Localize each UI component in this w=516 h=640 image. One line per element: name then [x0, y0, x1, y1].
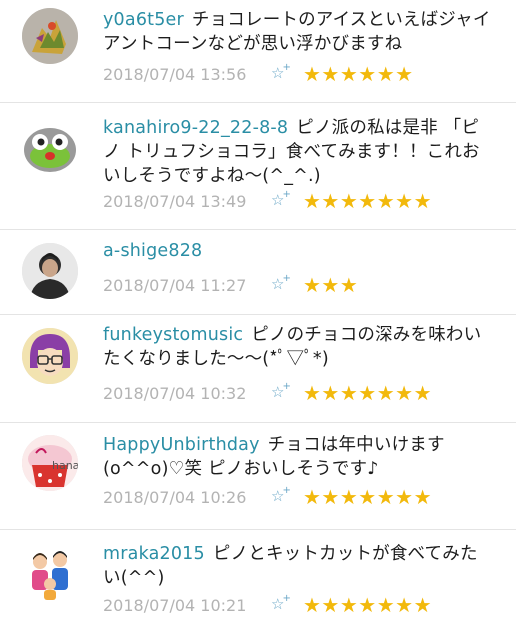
avatar-caption: hana	[52, 459, 78, 472]
dragon-figure-avatar[interactable]	[22, 8, 78, 64]
timestamp: 2018/07/04 10:26	[103, 487, 247, 507]
person-photo-avatar[interactable]	[22, 243, 78, 299]
star-rating[interactable]: ★★★	[303, 273, 358, 297]
green-robot-avatar[interactable]	[22, 120, 78, 176]
username-link[interactable]: mraka2015	[103, 544, 205, 564]
glasses-face-avatar[interactable]	[22, 328, 78, 384]
timestamp: 2018/07/04 13:49	[103, 191, 247, 211]
username-link[interactable]: y0a6t5er	[103, 10, 184, 30]
timestamp: 2018/07/04 11:27	[103, 275, 247, 295]
comment-item: mraka2015 ピノとキットカットが食べてみたい(^^) 2018/07/04…	[0, 530, 516, 640]
cupcake-hana-avatar[interactable]: hana	[22, 435, 78, 491]
plus-icon: +	[282, 189, 291, 200]
plus-icon: +	[282, 273, 291, 284]
username-link[interactable]: kanahiro9-22_22-8-8	[103, 118, 288, 138]
comment-text: HappyUnbirthday チョコは年中いけます(o^^o)♡笑 ピノおいしそ…	[103, 433, 492, 481]
star-rating[interactable]: ★★★★★★★	[303, 381, 432, 405]
comment-text: funkeystomusic ピノのチョコの深みを味わいたくなりました～～(*ﾟ▽…	[103, 323, 492, 371]
add-star-button[interactable]: ☆+	[271, 62, 295, 82]
plus-icon: +	[282, 485, 291, 496]
add-star-button[interactable]: ☆+	[271, 381, 295, 401]
username-link[interactable]: funkeystomusic	[103, 325, 243, 345]
add-star-button[interactable]: ☆+	[271, 273, 295, 293]
plus-icon: +	[282, 593, 291, 604]
comment-text: kanahiro9-22_22-8-8 ピノ派の私は是非 「ピノ トリュフショコラ…	[103, 116, 492, 188]
comment-meta: 2018/07/04 13:49 ☆+ ★★★★★★★	[103, 189, 432, 213]
timestamp: 2018/07/04 10:21	[103, 595, 247, 615]
comment-item: a-shige828 2018/07/04 11:27 ☆+ ★★★	[0, 230, 516, 315]
timestamp: 2018/07/04 13:56	[103, 64, 247, 84]
star-rating[interactable]: ★★★★★★★	[303, 593, 432, 617]
comment-text: a-shige828	[103, 239, 492, 263]
add-star-button[interactable]: ☆+	[271, 593, 295, 613]
plus-icon: +	[282, 381, 291, 392]
comment-meta: 2018/07/04 11:27 ☆+ ★★★	[103, 273, 358, 297]
star-rating[interactable]: ★★★★★★★	[303, 189, 432, 213]
comment-meta: 2018/07/04 10:21 ☆+ ★★★★★★★	[103, 593, 432, 617]
family-illustration-avatar[interactable]	[22, 546, 78, 602]
comment-text: y0a6t5er チョコレートのアイスといえばジャイアントコーンなどが思い浮かびま…	[103, 8, 492, 56]
comment-item: y0a6t5er チョコレートのアイスといえばジャイアントコーンなどが思い浮かびま…	[0, 0, 516, 103]
comment-item: kanahiro9-22_22-8-8 ピノ派の私は是非 「ピノ トリュフショコラ…	[0, 103, 516, 230]
star-rating[interactable]: ★★★★★★★	[303, 485, 432, 509]
add-star-button[interactable]: ☆+	[271, 485, 295, 505]
comment-item: funkeystomusic ピノのチョコの深みを味わいたくなりました～～(*ﾟ▽…	[0, 315, 516, 423]
add-star-button[interactable]: ☆+	[271, 189, 295, 209]
timestamp: 2018/07/04 10:32	[103, 383, 247, 403]
comment-meta: 2018/07/04 10:32 ☆+ ★★★★★★★	[103, 381, 432, 405]
plus-icon: +	[282, 62, 291, 73]
username-link[interactable]: a-shige828	[103, 241, 202, 261]
comment-item: hana HappyUnbirthday チョコは年中いけます(o^^o)♡笑 ピ…	[0, 423, 516, 530]
username-link[interactable]: HappyUnbirthday	[103, 435, 260, 455]
comment-meta: 2018/07/04 10:26 ☆+ ★★★★★★★	[103, 485, 432, 509]
star-rating[interactable]: ★★★★★★	[303, 62, 414, 86]
comment-list: y0a6t5er チョコレートのアイスといえばジャイアントコーンなどが思い浮かびま…	[0, 0, 516, 640]
comment-text: mraka2015 ピノとキットカットが食べてみたい(^^)	[103, 542, 492, 590]
comment-meta: 2018/07/04 13:56 ☆+ ★★★★★★	[103, 62, 414, 86]
